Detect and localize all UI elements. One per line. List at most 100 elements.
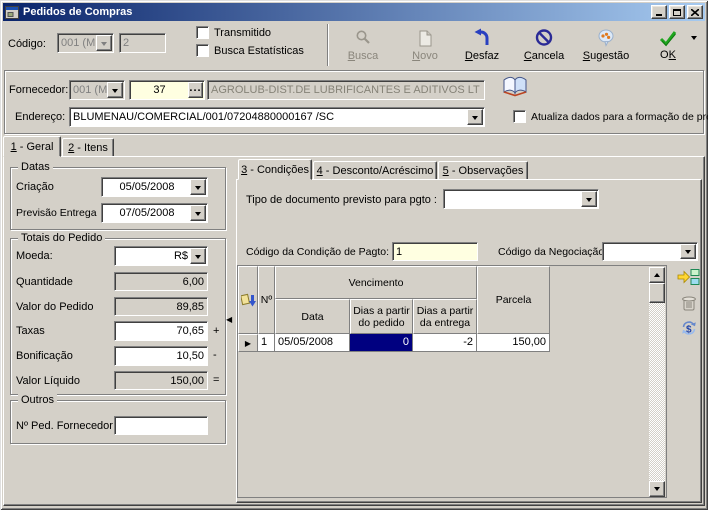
suggestion-icon bbox=[598, 29, 614, 47]
edit-sort-icon bbox=[240, 293, 256, 306]
atualiza-dados-checkbox[interactable]: Atualiza dados para a formação de preço bbox=[513, 110, 708, 123]
sugestao-button[interactable]: Sugestão bbox=[576, 23, 636, 67]
grid-corner-cell[interactable] bbox=[238, 266, 258, 334]
tab-itens[interactable]: 2 - Itens bbox=[62, 138, 114, 157]
insert-row-icon bbox=[677, 269, 700, 285]
parcelas-grid: Nº Vencimento Data Dias a partir do pedid… bbox=[237, 265, 667, 498]
cond-pagto-label: Código da Condição de Pagto: bbox=[246, 246, 390, 258]
triangle-up-icon bbox=[654, 273, 660, 277]
splitter-collapse-button[interactable]: ◀ bbox=[226, 315, 232, 324]
catalog-book-icon[interactable] bbox=[501, 74, 529, 102]
desfaz-button[interactable]: Desfaz bbox=[455, 23, 509, 67]
chevron-down-icon bbox=[472, 115, 478, 120]
chevron-down-icon bbox=[195, 211, 201, 216]
checkbox-icon bbox=[513, 110, 526, 123]
row-indicator-icon: ▶ bbox=[244, 338, 252, 348]
cell-dias-entrega[interactable]: -2 bbox=[413, 334, 477, 352]
grid-scrollbar[interactable] bbox=[649, 267, 665, 497]
tab-condicoes[interactable]: 3 - Condições bbox=[238, 159, 312, 180]
chevron-left-icon: ◀ bbox=[226, 315, 233, 324]
chevron-down-icon bbox=[112, 88, 118, 93]
toolbar-separator bbox=[327, 24, 329, 66]
codigo-combo-arrow[interactable] bbox=[96, 35, 112, 51]
chevron-down-icon bbox=[195, 254, 201, 259]
scrollbar-down-button[interactable] bbox=[649, 481, 665, 497]
taxas-operator: + bbox=[213, 325, 220, 337]
busca-estatisticas-checkbox[interactable]: Busca Estatísticas bbox=[196, 44, 304, 57]
pedidos-de-compras-window: Pedidos de Compras Código: 001 (M 2 Tran… bbox=[0, 0, 708, 510]
grid-col-data: Data bbox=[275, 299, 350, 334]
negociacao-combo-arrow[interactable] bbox=[680, 244, 696, 259]
busca-button[interactable]: Busca bbox=[336, 23, 390, 67]
maximize-button[interactable] bbox=[669, 5, 685, 19]
busca-estatisticas-label: Busca Estatísticas bbox=[214, 44, 304, 57]
novo-button[interactable]: Novo bbox=[402, 23, 448, 67]
tipo-doc-combo-arrow[interactable] bbox=[581, 191, 597, 207]
row-indicator-cell: ▶ bbox=[238, 334, 258, 352]
criacao-combo-arrow[interactable] bbox=[190, 179, 206, 195]
close-button[interactable] bbox=[687, 5, 703, 19]
insert-row-button[interactable] bbox=[676, 264, 702, 290]
previsao-label: Previsão Entrega bbox=[16, 207, 97, 219]
undo-icon bbox=[474, 28, 489, 45]
negociacao-combo[interactable] bbox=[602, 242, 698, 261]
endereco-label: Endereço: bbox=[15, 111, 66, 123]
moeda-combo[interactable]: R$ bbox=[114, 246, 208, 266]
endereco-combo-arrow[interactable] bbox=[467, 109, 483, 125]
codigo-number-field[interactable]: 2 bbox=[119, 33, 166, 53]
tab-observacoes[interactable]: 5 - Observações bbox=[438, 161, 528, 180]
new-document-icon bbox=[419, 30, 432, 47]
tipo-doc-combo[interactable] bbox=[443, 189, 599, 209]
currency-refresh-icon: $ bbox=[682, 321, 696, 336]
fornecedor-filial-combo-arrow[interactable] bbox=[107, 82, 123, 98]
bonificacao-field[interactable]: 10,50 bbox=[114, 346, 208, 366]
cancel-icon bbox=[535, 29, 553, 46]
fornecedor-browse-button[interactable]: ... bbox=[188, 82, 203, 98]
fornecedor-filial-combo[interactable]: 001 (M bbox=[69, 80, 125, 100]
recalculate-values-button[interactable]: $ bbox=[679, 318, 699, 338]
codigo-combo[interactable]: 001 (M bbox=[57, 33, 114, 53]
datas-title: Datas bbox=[18, 161, 53, 173]
window-icon bbox=[5, 5, 19, 19]
atualiza-dados-label: Atualiza dados para a formação de preço bbox=[531, 110, 708, 123]
transmitido-label: Transmitido bbox=[214, 26, 272, 39]
grid-col-parcela: Parcela bbox=[477, 266, 550, 334]
cell-numero[interactable]: 1 bbox=[258, 334, 275, 352]
ped-fornecedor-label: Nº Ped. Fornecedor bbox=[16, 420, 113, 432]
moeda-combo-arrow[interactable] bbox=[190, 248, 206, 264]
scrollbar-thumb[interactable] bbox=[649, 283, 665, 303]
cancela-button[interactable]: Cancela bbox=[516, 23, 572, 67]
svg-text:$: $ bbox=[686, 325, 692, 336]
chevron-down-icon bbox=[691, 36, 697, 52]
previsao-date-combo[interactable]: 07/05/2008 bbox=[101, 203, 208, 223]
tab-desconto-acrescimo[interactable]: 4 - Desconto/Acréscimo bbox=[313, 161, 437, 180]
taxas-field[interactable]: 70,65 bbox=[114, 321, 208, 341]
delete-row-button[interactable] bbox=[679, 293, 699, 313]
tab-geral[interactable]: 1 - Geral bbox=[3, 136, 61, 157]
endereco-combo[interactable]: BLUMENAU/COMERCIAL/001/07204880000167 /S… bbox=[69, 107, 485, 127]
previsao-combo-arrow[interactable] bbox=[190, 205, 206, 221]
ok-button[interactable]: OK bbox=[648, 23, 688, 67]
ped-fornecedor-field[interactable] bbox=[114, 416, 208, 435]
toolbar-more-button[interactable] bbox=[691, 36, 697, 52]
cond-pagto-field[interactable]: 1 bbox=[392, 242, 478, 261]
fornecedor-code-field[interactable]: 37 ... bbox=[129, 80, 205, 100]
fornecedor-name-field: AGROLUB-DIST.DE LUBRIFICANTES E ADITIVOS… bbox=[207, 80, 485, 100]
cell-data-vencimento[interactable]: 05/05/2008 bbox=[275, 334, 350, 352]
trash-icon bbox=[682, 296, 696, 311]
tipo-doc-label: Tipo de documento previsto para pgto : bbox=[246, 194, 437, 206]
valor-pedido-label: Valor do Pedido bbox=[16, 301, 94, 313]
scrollbar-up-button[interactable] bbox=[649, 267, 665, 283]
chevron-down-icon bbox=[195, 185, 201, 190]
transmitido-checkbox[interactable]: Transmitido bbox=[196, 26, 271, 39]
grid-col-numero: Nº bbox=[258, 266, 275, 334]
valor-liquido-label: Valor Líquido bbox=[16, 375, 81, 387]
cell-dias-pedido-selected[interactable]: 0 bbox=[350, 334, 413, 352]
quantidade-label: Quantidade bbox=[16, 276, 73, 288]
fornecedor-panel: Fornecedor: 001 (M 37 ... AGROLUB-DIST.D… bbox=[4, 70, 708, 134]
grid-col-dias-entrega: Dias a partir da entrega bbox=[413, 299, 477, 334]
quantidade-field: 6,00 bbox=[114, 272, 208, 291]
cell-parcela[interactable]: 150,00 bbox=[477, 334, 550, 352]
minimize-button[interactable] bbox=[651, 5, 667, 19]
criacao-date-combo[interactable]: 05/05/2008 bbox=[101, 177, 208, 197]
